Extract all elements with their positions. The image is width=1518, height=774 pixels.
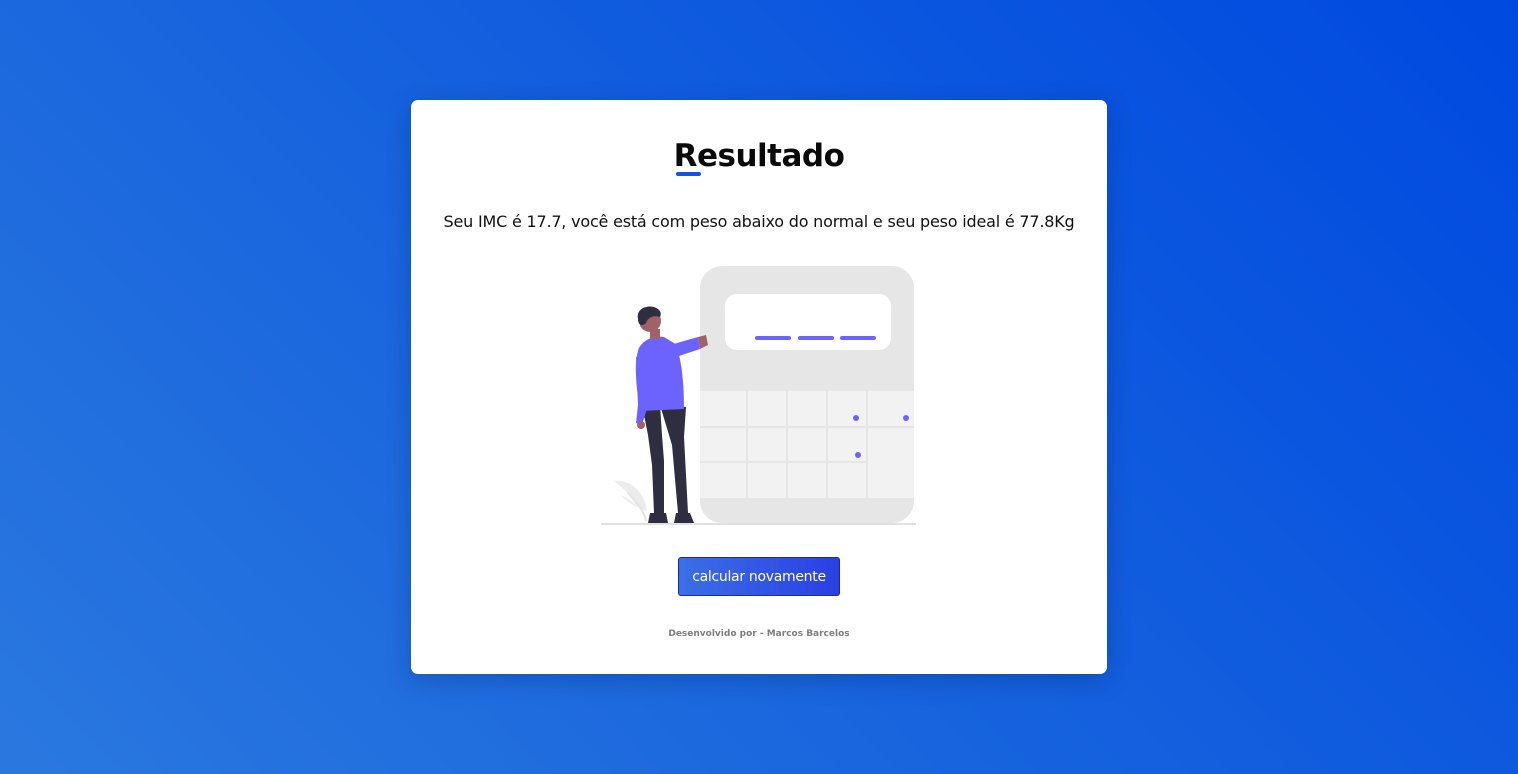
calculator-illustration xyxy=(601,266,916,525)
calculator-display xyxy=(725,294,891,350)
page-title: Resultado xyxy=(673,138,845,174)
developer-credit: Desenvolvido por - Marcos Barcelos xyxy=(668,629,850,639)
bmi-result-text: Seu IMC é 17.7, você está com peso abaix… xyxy=(443,212,1075,231)
recalculate-button[interactable]: calcular novamente xyxy=(678,557,840,596)
calculator-keypad xyxy=(700,391,914,498)
title-underline xyxy=(676,172,701,176)
person-figure xyxy=(635,306,708,523)
